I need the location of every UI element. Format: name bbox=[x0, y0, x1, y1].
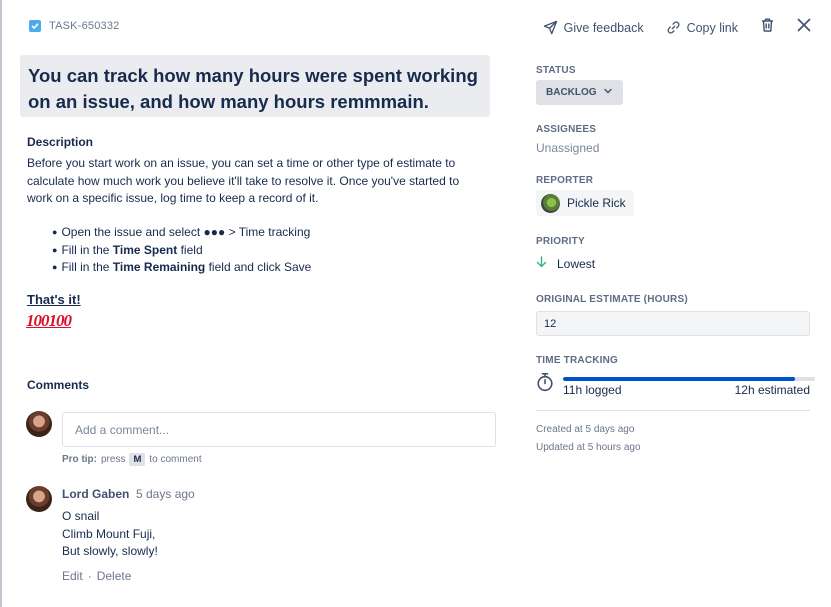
issue-actions: Give feedback Copy link bbox=[521, 17, 811, 38]
time-tracking-widget[interactable]: 11h logged 12h estimated bbox=[536, 372, 815, 408]
comments-heading: Comments bbox=[27, 378, 90, 392]
assignees-value[interactable]: Unassigned bbox=[536, 141, 599, 155]
comment-input[interactable] bbox=[62, 412, 496, 447]
time-estimated: 12h estimated bbox=[734, 383, 810, 397]
link-icon bbox=[666, 20, 681, 35]
comment-body: O snail Climb Mount Fuji, But slowly, sl… bbox=[62, 508, 158, 561]
estimate-input[interactable]: 12 bbox=[536, 311, 810, 336]
separator: · bbox=[87, 569, 92, 583]
time-tracking-bar bbox=[563, 377, 815, 381]
issue-title: You can track how many hours were spent … bbox=[28, 65, 478, 112]
divider bbox=[536, 410, 810, 411]
priority-label: PRIORITY bbox=[536, 236, 585, 247]
comment-time: 5 days ago bbox=[136, 487, 195, 501]
close-icon bbox=[797, 18, 811, 37]
task-key: TASK-650332 bbox=[49, 20, 120, 32]
edit-comment-link[interactable]: Edit bbox=[62, 569, 83, 583]
description-text[interactable]: Before you start work on an issue, you c… bbox=[27, 155, 482, 208]
bullet-text: Open the issue and select ●●● > Time tra… bbox=[61, 225, 311, 239]
time-tracking-label: TIME TRACKING bbox=[536, 355, 619, 366]
estimate-label: ORIGINAL ESTIMATE (HOURS) bbox=[536, 294, 688, 305]
assignees-label: ASSIGNEES bbox=[536, 124, 597, 135]
updated-at: Updated at 5 hours ago bbox=[536, 442, 641, 453]
estimate-value: 12 bbox=[544, 317, 557, 330]
priority-field[interactable]: Lowest bbox=[536, 256, 595, 271]
give-feedback-button[interactable]: Give feedback bbox=[543, 20, 644, 35]
stopwatch-icon bbox=[536, 372, 554, 397]
comment-actions: Edit · Delete bbox=[62, 569, 131, 583]
comment-avatar bbox=[26, 486, 52, 512]
description-heading: Description bbox=[27, 135, 94, 149]
description-list: Open the issue and select ●●● > Time tra… bbox=[52, 224, 311, 277]
task-id[interactable]: TASK-650332 bbox=[29, 20, 119, 32]
copy-link-button[interactable]: Copy link bbox=[666, 20, 738, 35]
comment-line: But slowly, slowly! bbox=[62, 544, 158, 558]
hundred-emoji: 100100 bbox=[26, 311, 72, 330]
window-edge bbox=[0, 0, 2, 607]
reporter-label: REPORTER bbox=[536, 175, 594, 186]
priority-value: Lowest bbox=[557, 256, 596, 271]
time-logged: 11h logged bbox=[563, 383, 622, 397]
avatar bbox=[26, 411, 52, 437]
chevron-down-icon bbox=[603, 86, 613, 99]
comment-author: Lord Gaben bbox=[62, 487, 130, 501]
status-label: STATUS bbox=[536, 65, 576, 76]
bullet-text: Fill in the Time Spent field bbox=[61, 242, 203, 257]
shortcut-key: M bbox=[129, 453, 146, 466]
delete-issue-button[interactable] bbox=[760, 17, 775, 38]
pro-tip-press: press bbox=[101, 454, 126, 465]
comment-line: Climb Mount Fuji, bbox=[62, 526, 156, 541]
thats-it-text: That's it! bbox=[27, 292, 81, 307]
reporter-avatar bbox=[541, 193, 560, 213]
trash-icon bbox=[760, 17, 775, 38]
comment-line: O snail bbox=[62, 509, 100, 523]
list-item: Fill in the Time Remaining field and cli… bbox=[52, 259, 311, 277]
delete-comment-link[interactable]: Delete bbox=[97, 569, 132, 583]
pro-tip-suffix: to comment bbox=[149, 454, 202, 465]
status-dropdown[interactable]: BACKLOG bbox=[536, 80, 623, 105]
close-button[interactable] bbox=[797, 18, 811, 37]
paper-plane-icon bbox=[543, 20, 558, 35]
checkbox-icon bbox=[29, 20, 41, 32]
reporter-name: Pickle Rick bbox=[567, 196, 626, 210]
pro-tip-label: Pro tip: bbox=[62, 454, 97, 465]
copy-link-label: Copy link bbox=[686, 20, 738, 35]
time-tracking-fill bbox=[563, 377, 795, 381]
list-item: Fill in the Time Spent field bbox=[52, 242, 311, 260]
reporter-chip[interactable]: Pickle Rick bbox=[536, 190, 634, 216]
created-at: Created at 5 days ago bbox=[536, 424, 635, 435]
bullet-text: Fill in the Time Remaining field and cli… bbox=[61, 260, 312, 274]
pro-tip: Pro tip: press M to comment bbox=[62, 453, 202, 466]
give-feedback-label: Give feedback bbox=[563, 20, 644, 35]
status-value: BACKLOG bbox=[546, 87, 597, 98]
arrow-down-icon bbox=[536, 256, 547, 271]
list-item: Open the issue and select ●●● > Time tra… bbox=[52, 224, 311, 242]
issue-title-field[interactable]: You can track how many hours were spent … bbox=[20, 55, 490, 117]
